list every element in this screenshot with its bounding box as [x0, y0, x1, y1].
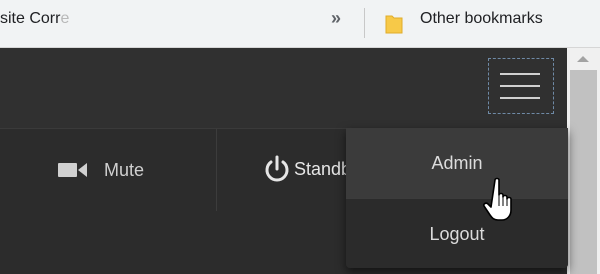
control-divider: [216, 129, 217, 211]
user-dropdown-menu: Admin Logout: [346, 128, 568, 268]
folder-icon: [385, 15, 403, 34]
bookmarks-overflow-button[interactable]: »: [331, 8, 341, 29]
video-camera-icon: [58, 163, 87, 177]
scrollbar-thumb[interactable]: [570, 70, 597, 274]
page-header: [0, 48, 567, 128]
bookmarks-bar: site Corre » Other bookmarks: [0, 0, 600, 48]
hamburger-icon-bar: [500, 97, 540, 99]
hand-pointer-cursor-icon: [483, 177, 512, 221]
standby-label: Standby: [294, 158, 347, 179]
menu-item-logout[interactable]: Logout: [346, 198, 568, 268]
hamburger-icon-bar: [500, 85, 540, 87]
standby-button[interactable]: Standby: [262, 155, 347, 183]
hamburger-menu-button[interactable]: [488, 58, 554, 114]
power-icon: [265, 155, 289, 182]
scroll-up-arrow-icon[interactable]: [577, 56, 589, 62]
menu-item-admin[interactable]: Admin: [346, 128, 568, 198]
other-bookmarks-button[interactable]: Other bookmarks: [420, 10, 543, 28]
bookmarks-separator: [364, 8, 365, 38]
mute-button[interactable]: Mute: [58, 157, 144, 183]
vertical-scrollbar[interactable]: [567, 48, 600, 274]
bookmark-truncated-label: site Corr: [0, 10, 61, 27]
bookmark-truncated-fade: e: [60, 10, 70, 27]
bookmark-truncated-item[interactable]: site Corre: [0, 10, 69, 28]
hamburger-icon-bar: [500, 73, 540, 75]
mute-label: Mute: [104, 159, 145, 180]
